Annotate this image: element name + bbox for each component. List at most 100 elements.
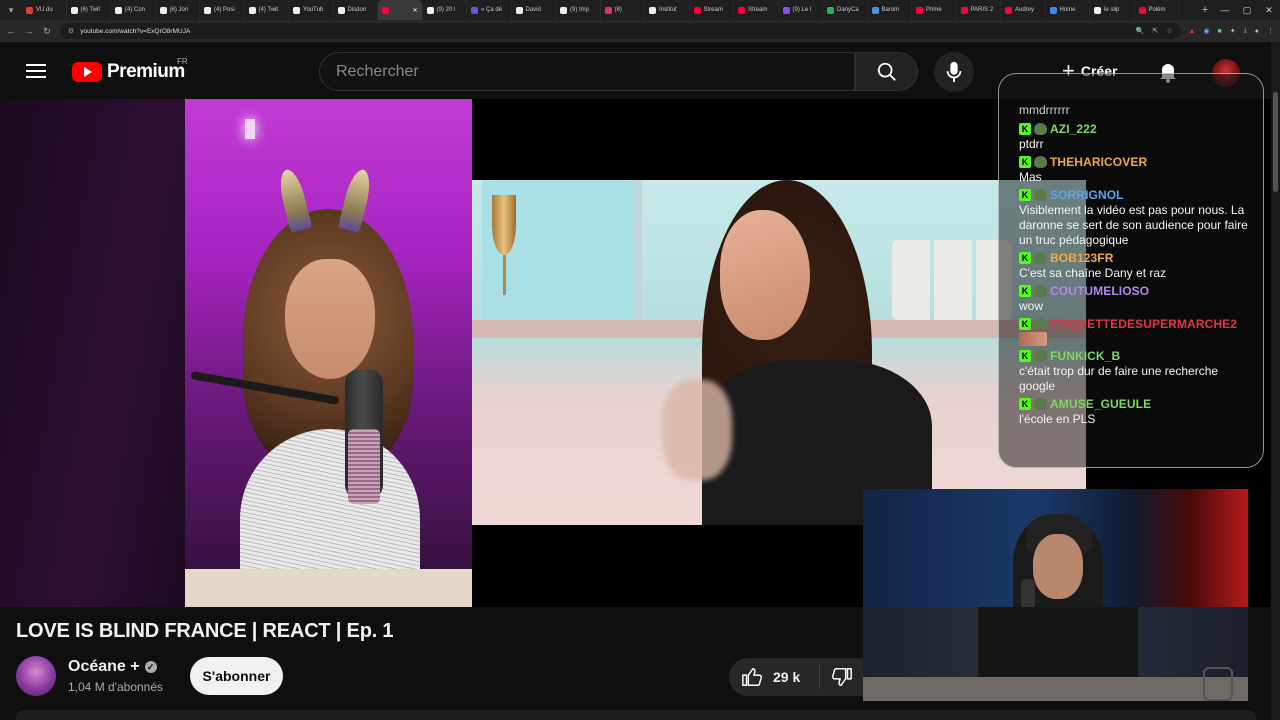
omnibox-icons: 🔍 ⇱ ☆ bbox=[1136, 27, 1173, 35]
maximize-icon[interactable]: ▢ bbox=[1236, 0, 1258, 20]
tab-favicon-icon bbox=[159, 6, 167, 14]
like-button[interactable]: 29 k bbox=[729, 666, 819, 688]
subscriber-count: 1,04 M d'abonnés bbox=[68, 680, 164, 694]
chat-username[interactable]: BOB123FR bbox=[1050, 251, 1113, 265]
browser-tab[interactable]: Prime bbox=[912, 0, 957, 20]
chat-username[interactable]: COUTUMELIOSO bbox=[1050, 284, 1149, 298]
browser-tab[interactable]: PARIS 2 bbox=[957, 0, 1001, 20]
cam2-chair bbox=[1203, 667, 1233, 701]
voice-search-button[interactable] bbox=[934, 52, 974, 92]
browser-tab[interactable]: (8) bbox=[601, 0, 645, 20]
browser-tab[interactable]: (9) Le l bbox=[779, 0, 823, 20]
bookmark-star-icon[interactable]: ☆ bbox=[1166, 27, 1172, 35]
chat-username[interactable]: AMUSE_GUEULE bbox=[1050, 397, 1151, 411]
page-scrollbar[interactable] bbox=[1271, 42, 1280, 720]
minimize-icon[interactable]: — bbox=[1214, 0, 1236, 20]
browser-tab[interactable]: Disdon bbox=[334, 0, 378, 20]
browser-tab[interactable]: ✕ bbox=[378, 0, 423, 20]
browser-tab[interactable]: (4) Posi bbox=[200, 0, 245, 20]
browser-tab[interactable]: DanyCa bbox=[823, 0, 868, 20]
browser-tab[interactable]: Polém bbox=[1135, 0, 1179, 20]
microphone-icon bbox=[946, 61, 962, 83]
browser-tab[interactable]: Audrey bbox=[1001, 0, 1046, 20]
tab-label: Home bbox=[1059, 7, 1076, 13]
browser-tab-strip: ▾ VU du (6) Twit (4) Con (6) Jon (4) Posi (4)… bbox=[0, 0, 1280, 20]
browser-tab[interactable]: le slip bbox=[1090, 0, 1135, 20]
horn-right bbox=[337, 167, 375, 233]
tab-label: (6) Twit bbox=[80, 7, 101, 13]
browser-tab[interactable]: David bbox=[512, 0, 556, 20]
tab-label: (9) 20 l bbox=[436, 7, 456, 13]
chat-username-row: K AMUSE_GUEULE bbox=[1019, 396, 1253, 412]
browser-tab[interactable]: « Ça dé bbox=[467, 0, 512, 20]
chat-message: K ETIQUETTEDESUPERMARCHE2 bbox=[1019, 316, 1253, 346]
kick-badge-icon: K bbox=[1019, 350, 1031, 362]
puzzle-icon[interactable]: ✦ bbox=[1230, 27, 1236, 35]
tab-label: (9) Imp bbox=[570, 7, 590, 13]
tab-search-icon[interactable]: ▾ bbox=[0, 0, 22, 20]
browser-tab[interactable]: Stream bbox=[690, 0, 734, 20]
cast-icon[interactable]: ⇱ bbox=[1152, 27, 1158, 35]
browser-tab[interactable]: (6) Twit bbox=[67, 0, 111, 20]
new-tab-button[interactable]: + bbox=[1196, 4, 1214, 16]
tab-label: Institut bbox=[659, 7, 677, 13]
search-button[interactable] bbox=[855, 52, 918, 91]
wine-glass bbox=[492, 195, 516, 255]
chat-username[interactable]: AZI_222 bbox=[1050, 122, 1097, 136]
tab-label: Stream bbox=[703, 7, 723, 13]
tab-favicon-icon bbox=[26, 6, 33, 14]
tab-label: Barom bbox=[881, 7, 900, 13]
chat-username-row: K THEHARICOVER bbox=[1019, 154, 1253, 170]
chat-username[interactable]: THEHARICOVER bbox=[1050, 155, 1147, 169]
hamburger-menu-icon[interactable] bbox=[24, 60, 48, 80]
extension-icon[interactable]: ▲ bbox=[1189, 28, 1196, 35]
downloads-icon[interactable]: ⤓ bbox=[1244, 27, 1247, 35]
close-tab-icon[interactable]: ✕ bbox=[412, 7, 417, 14]
browser-tab[interactable]: Stream bbox=[734, 0, 779, 20]
url-field[interactable]: ⚙ youtube.com/watch?v=ExQrO8rMUJA 🔍 ⇱ ☆ bbox=[60, 23, 1181, 39]
kick-badge-icon: K bbox=[1019, 398, 1031, 410]
browser-tab[interactable]: Institut bbox=[645, 0, 690, 20]
site-info-icon[interactable]: ⚙ bbox=[68, 27, 74, 35]
tab-label: PARIS 2 bbox=[970, 7, 994, 13]
search-box[interactable] bbox=[319, 52, 855, 91]
youtube-premium-logo[interactable]: Premium bbox=[72, 61, 185, 83]
browser-tab[interactable]: Barom bbox=[868, 0, 912, 20]
browser-tab[interactable]: YouTub bbox=[289, 0, 334, 20]
forward-icon[interactable]: → bbox=[24, 26, 34, 36]
reload-icon[interactable]: ↻ bbox=[42, 26, 52, 37]
browser-tab[interactable]: (4) Con bbox=[111, 0, 156, 20]
browser-tab[interactable]: (9) Imp bbox=[556, 0, 601, 20]
search-input[interactable] bbox=[336, 62, 854, 81]
channel-avatar[interactable] bbox=[16, 656, 56, 696]
tab-label: (6) Jon bbox=[169, 7, 189, 13]
browser-tab[interactable]: VU du bbox=[22, 0, 67, 20]
profile-icon[interactable]: ● bbox=[1255, 28, 1259, 35]
video-title: LOVE IS BLIND FRANCE | REACT | Ep. 1 bbox=[16, 620, 394, 642]
tab-label: « Ça dé bbox=[481, 7, 503, 13]
chat-message-text: c'était trop dur de faire une recherche … bbox=[1019, 364, 1219, 393]
tab-favicon-icon bbox=[1094, 6, 1101, 14]
chat-username[interactable]: FUNKICK_B bbox=[1050, 349, 1120, 363]
description-box-top[interactable] bbox=[16, 710, 1256, 720]
browser-tab[interactable]: Home bbox=[1046, 0, 1090, 20]
zoom-icon[interactable]: 🔍 bbox=[1136, 27, 1145, 35]
tab-favicon-icon bbox=[1049, 6, 1057, 14]
chat-username[interactable]: ETIQUETTEDESUPERMARCHE2 bbox=[1050, 317, 1237, 331]
subscribe-button[interactable]: S'abonner bbox=[190, 657, 283, 695]
tab-favicon-icon bbox=[471, 6, 478, 14]
back-icon[interactable]: ← bbox=[6, 26, 16, 36]
browser-tab[interactable]: (9) 20 l bbox=[423, 0, 467, 20]
cam2-mic bbox=[1021, 579, 1035, 607]
extension-icon[interactable]: ◉ bbox=[1203, 27, 1209, 35]
close-window-icon[interactable]: ✕ bbox=[1258, 0, 1280, 20]
browser-tab[interactable]: (6) Jon bbox=[156, 0, 200, 20]
scrollbar-thumb[interactable] bbox=[1273, 92, 1278, 192]
dislike-button[interactable] bbox=[820, 666, 863, 688]
extension-icon[interactable]: ■ bbox=[1218, 28, 1222, 35]
channel-name[interactable]: Océane + ✓ bbox=[68, 658, 157, 676]
chat-username[interactable]: SORRIGNOL bbox=[1050, 188, 1124, 202]
tab-label: (4) Con bbox=[125, 7, 146, 13]
browser-menu-icon[interactable]: ⋮ bbox=[1267, 27, 1274, 35]
browser-tab[interactable]: (4) Twit bbox=[245, 0, 289, 20]
